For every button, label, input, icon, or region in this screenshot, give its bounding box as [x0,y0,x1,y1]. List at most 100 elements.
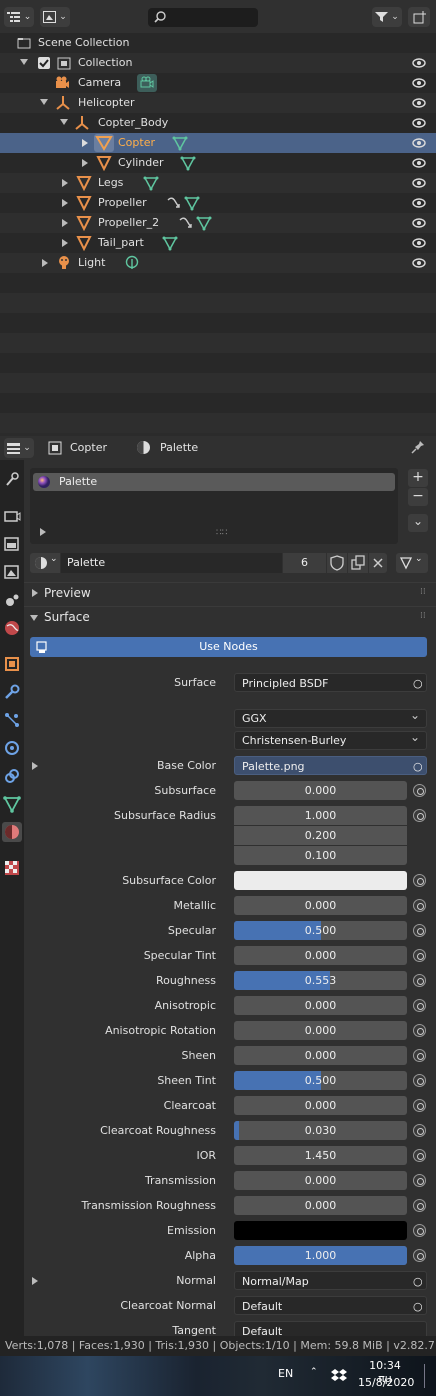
param-slider[interactable]: 0.000 [234,1096,407,1115]
link-socket-icon[interactable] [413,949,426,962]
param-slider[interactable]: 0.000 [234,946,407,965]
expand-icon[interactable] [62,219,68,227]
link-socket-icon[interactable] [413,999,426,1012]
new-collection-button[interactable] [408,7,430,27]
outliner-row-propeller-2[interactable]: Propeller_2 [0,213,436,233]
param-slider[interactable]: 0.000 [234,996,407,1015]
outliner-row-legs[interactable]: Legs [0,173,436,193]
link-socket-icon[interactable] [413,1024,426,1037]
slot-specials-button[interactable]: ⌄ [408,514,428,532]
tab-view-layer[interactable] [2,562,22,582]
collapse-icon[interactable] [20,59,28,65]
unlink-material-button[interactable] [369,553,387,573]
material-users-count[interactable]: 6 [283,553,326,573]
outliner-row-copter-body[interactable]: Copter_Body [0,113,436,133]
filter-button[interactable]: ⌄ [372,7,402,27]
expand-icon[interactable] [40,528,46,536]
visibility-eye-icon[interactable] [412,157,426,169]
param-slider[interactable]: 0.000 [234,1046,407,1065]
outliner-row-light[interactable]: Light [0,253,436,273]
subsurface-radius-z[interactable]: 0.100 [234,846,407,865]
checkbox-icon[interactable] [38,57,50,69]
camera-data-icon[interactable] [137,74,157,92]
tangent-field[interactable]: Default [234,1321,427,1336]
tab-object[interactable] [2,654,22,674]
outliner-row-cylinder[interactable]: Cylinder [0,153,436,173]
param-slider[interactable]: 0.553 [234,971,407,990]
link-socket-icon[interactable] [413,1099,426,1112]
tab-tool[interactable] [2,470,22,490]
link-socket-icon[interactable] [413,874,426,887]
distribution-dropdown[interactable]: GGX [234,706,427,728]
resize-grip-icon[interactable]: ∷∷ [216,528,227,538]
link-socket-icon[interactable] [413,809,426,822]
param-slider[interactable]: 0.000 [234,1021,407,1040]
param-slider[interactable]: 0.000 [234,781,407,800]
editor-type-button[interactable]: ⌄ [4,7,34,27]
preview-panel-header[interactable]: Preview ⁞⁞ [24,582,436,604]
link-socket-icon[interactable] [413,1124,426,1137]
expand-icon[interactable] [32,762,38,770]
surface-panel-header[interactable]: Surface ⁞⁞ [24,606,436,628]
visibility-eye-icon[interactable] [412,217,426,229]
visibility-eye-icon[interactable] [412,117,426,129]
link-socket-icon[interactable] [413,899,426,912]
material-slot-item[interactable]: Palette [33,473,395,491]
link-socket-icon[interactable] [413,1224,426,1237]
browse-material-button[interactable]: ⌄ [30,553,60,573]
link-socket-icon[interactable] [413,1074,426,1087]
tab-object-data[interactable] [2,794,22,814]
visibility-eye-icon[interactable] [412,137,426,149]
normal-field[interactable]: Normal/Map ○ [234,1271,427,1290]
subsurface-radius-y[interactable]: 0.200 [234,826,407,845]
visibility-eye-icon[interactable] [412,237,426,249]
notification-button[interactable] [424,1364,436,1388]
expand-icon[interactable] [42,259,48,267]
link-socket-icon[interactable] [413,1199,426,1212]
param-slider[interactable]: 0.030 [234,1121,407,1140]
param-slider[interactable]: 1.450 [234,1146,407,1165]
use-nodes-button[interactable]: Use Nodes [30,637,427,657]
link-socket-icon[interactable] [413,784,426,797]
tab-render[interactable] [2,506,22,526]
visibility-eye-icon[interactable] [412,97,426,109]
expand-icon[interactable] [62,199,68,207]
mesh-data-icon[interactable] [180,155,196,171]
subsurface-method-dropdown[interactable]: Christensen-Burley [234,728,427,750]
drag-handle-icon[interactable]: ⁞⁞ [420,587,426,597]
mesh-data-icon[interactable] [162,235,178,251]
tab-output[interactable] [2,534,22,554]
visibility-eye-icon[interactable] [412,177,426,189]
param-slider[interactable]: 0.500 [234,1071,407,1090]
mesh-data-icon[interactable] [143,175,159,191]
tab-physics[interactable] [2,738,22,758]
expand-icon[interactable] [82,139,88,147]
outliner-row-propeller[interactable]: Propeller [0,193,436,213]
pin-icon[interactable] [411,440,425,454]
link-socket-icon[interactable] [413,1149,426,1162]
search-input[interactable] [148,8,258,27]
expand-icon[interactable] [82,159,88,167]
outliner-row-camera[interactable]: Camera [0,73,436,93]
tab-material[interactable] [2,822,22,842]
display-mode-button[interactable]: ⌄ [40,7,70,27]
link-socket-icon[interactable] [413,1049,426,1062]
visibility-eye-icon[interactable] [412,57,426,69]
light-data-icon[interactable] [124,255,140,271]
link-socket-icon[interactable] [413,1174,426,1187]
duplicate-material-button[interactable] [348,553,368,573]
surface-shader-field[interactable]: Principled BSDF ○ [234,673,427,692]
base-color-field[interactable]: Palette.png ○ [234,756,427,775]
param-slider[interactable]: 0.500 [234,921,407,940]
mesh-data-icon[interactable] [184,195,200,211]
expand-icon[interactable] [62,239,68,247]
link-socket-icon[interactable] [413,974,426,987]
link-type-button[interactable]: ⌄ [396,553,428,573]
link-socket-icon[interactable] [413,1249,426,1262]
mesh-data-icon[interactable] [196,215,212,231]
chevron-up-icon[interactable]: ⌃ [310,1367,318,1377]
visibility-eye-icon[interactable] [412,257,426,269]
language-indicator[interactable]: EN [278,1367,293,1380]
material-name-field[interactable]: Palette [61,553,282,573]
outliner-row-tail-part[interactable]: Tail_part [0,233,436,253]
